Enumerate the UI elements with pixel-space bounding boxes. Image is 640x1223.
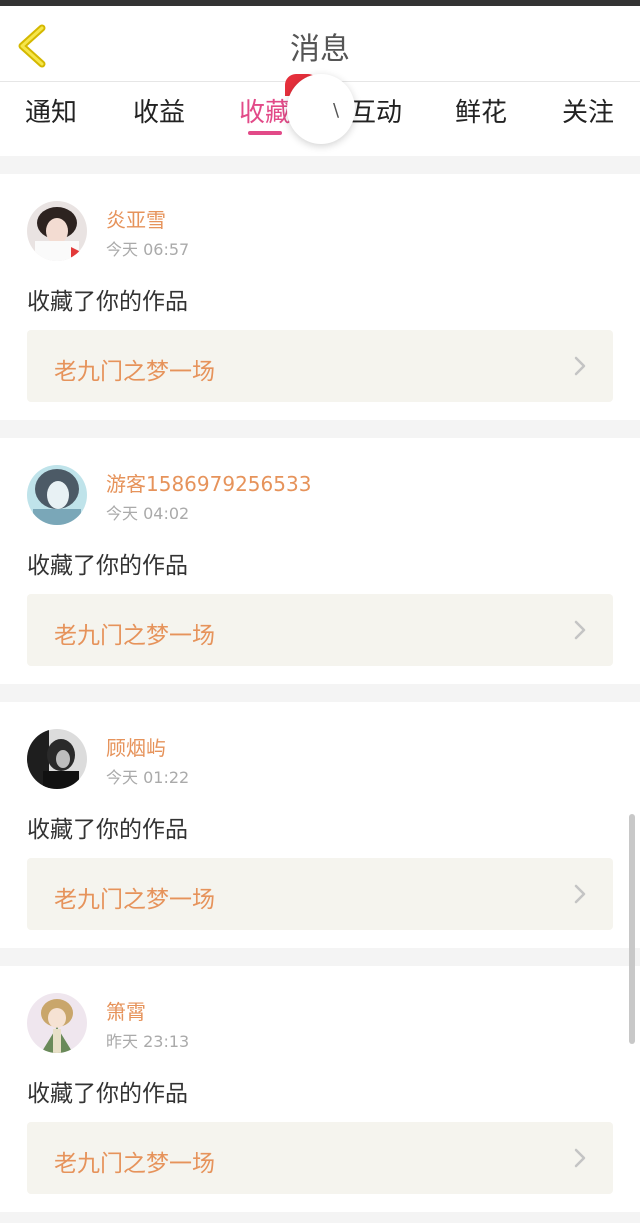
scrollbar[interactable]: [629, 814, 635, 1044]
floating-button[interactable]: [287, 74, 355, 144]
active-tab-indicator: [248, 131, 282, 135]
timestamp: 今天 06:57: [106, 240, 190, 259]
action-text: 收藏了你的作品: [27, 289, 188, 315]
work-link[interactable]: 老九门之梦一场: [27, 594, 613, 666]
anime-avatar-icon: [27, 993, 87, 1053]
chevron-right-icon: [574, 884, 586, 904]
work-title: 老九门之梦一场: [54, 887, 215, 913]
top-bar: 消息: [0, 6, 640, 82]
tab-notifications[interactable]: 通知: [6, 92, 96, 129]
page-title: 消息: [290, 32, 350, 67]
list-item: 箫霄 昨天 23:13 收藏了你的作品 老九门之梦一场: [0, 966, 640, 1212]
avatar[interactable]: [27, 465, 87, 525]
girl-avatar-icon: [27, 465, 87, 525]
user-name[interactable]: 炎亚雪: [106, 204, 166, 233]
bw-photo-avatar-icon: [27, 729, 87, 789]
user-name[interactable]: 箫霄: [106, 996, 146, 1025]
timestamp: 昨天 23:13: [106, 1032, 190, 1051]
tab-earnings[interactable]: 收益: [114, 92, 204, 129]
avatar[interactable]: [27, 729, 87, 789]
work-link[interactable]: 老九门之梦一场: [27, 330, 613, 402]
user-name[interactable]: 游客1586979256533: [106, 468, 311, 497]
work-link[interactable]: 老九门之梦一场: [27, 1122, 613, 1194]
chevron-right-icon: [574, 356, 586, 376]
floating-button-icon: \: [333, 100, 340, 121]
girl-avatar-icon: [27, 201, 87, 261]
chevron-right-icon: [574, 620, 586, 640]
user-name[interactable]: 顾烟屿: [106, 732, 166, 761]
timestamp: 今天 01:22: [106, 768, 190, 787]
action-text: 收藏了你的作品: [27, 553, 188, 579]
work-link[interactable]: 老九门之梦一场: [27, 858, 613, 930]
chevron-right-icon: [574, 1148, 586, 1168]
tab-flowers[interactable]: 鲜花: [436, 92, 526, 129]
avatar[interactable]: [27, 201, 87, 261]
action-text: 收藏了你的作品: [27, 817, 188, 843]
list-item: 顾烟屿 今天 01:22 收藏了你的作品 老九门之梦一场: [0, 702, 640, 948]
timestamp: 今天 04:02: [106, 504, 190, 523]
list-item: 炎亚雪 今天 06:57 收藏了你的作品 老九门之梦一场: [0, 174, 640, 420]
tab-follows[interactable]: 关注: [543, 92, 633, 129]
action-text: 收藏了你的作品: [27, 1081, 188, 1107]
avatar[interactable]: [27, 993, 87, 1053]
work-title: 老九门之梦一场: [54, 623, 215, 649]
work-title: 老九门之梦一场: [54, 1151, 215, 1177]
work-title: 老九门之梦一场: [54, 359, 215, 385]
list-item: 游客1586979256533 今天 04:02 收藏了你的作品 老九门之梦一场: [0, 438, 640, 684]
